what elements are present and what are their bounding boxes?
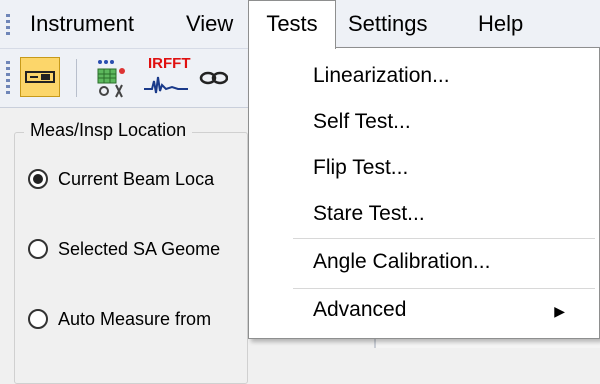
menu-instrument[interactable]: Instrument bbox=[30, 0, 134, 48]
irfft-button[interactable]: IRFFT bbox=[142, 55, 191, 99]
location-group-title: Meas/Insp Location bbox=[24, 120, 193, 141]
irfft-waveform-icon bbox=[144, 76, 188, 94]
radio-auto-measure[interactable]: Auto Measure from bbox=[28, 304, 211, 334]
radio-button-icon[interactable] bbox=[28, 239, 48, 259]
instrument-connect-button[interactable] bbox=[20, 57, 60, 97]
menu-item-angle-calibration[interactable]: Angle Calibration... bbox=[313, 250, 490, 274]
menu-view[interactable]: View bbox=[186, 0, 233, 48]
tests-dropdown-menu: Linearization... Self Test... Flip Test.… bbox=[248, 47, 600, 339]
radio-label: Current Beam Loca bbox=[58, 168, 215, 189]
radio-label: Auto Measure from bbox=[58, 308, 212, 329]
menu-item-advanced[interactable]: Advanced ▶ bbox=[313, 298, 579, 322]
network-grid-icon bbox=[97, 60, 125, 98]
radio-current-beam[interactable]: Current Beam Loca bbox=[28, 164, 214, 194]
menu-bar: Instrument View Tests Settings Help bbox=[0, 0, 600, 49]
chain-link-button[interactable] bbox=[198, 65, 229, 91]
menu-item-stare-test[interactable]: Stare Test... bbox=[313, 202, 425, 226]
radio-button-icon[interactable] bbox=[28, 309, 48, 329]
chain-link-icon bbox=[199, 71, 229, 85]
menu-help[interactable]: Help bbox=[478, 0, 523, 48]
radio-button-icon[interactable] bbox=[28, 169, 48, 189]
menu-item-flip-test[interactable]: Flip Test... bbox=[313, 156, 408, 180]
menu-settings[interactable]: Settings bbox=[348, 0, 428, 48]
toolbar-grip[interactable] bbox=[6, 61, 10, 95]
menu-separator bbox=[293, 238, 595, 239]
network-grid-button[interactable] bbox=[94, 57, 134, 99]
toolbar-separator bbox=[76, 59, 77, 97]
menu-item-self-test[interactable]: Self Test... bbox=[313, 110, 411, 134]
radio-label: Selected SA Geome bbox=[58, 238, 221, 259]
submenu-arrow-icon: ▶ bbox=[554, 303, 565, 319]
instrument-connect-icon bbox=[25, 71, 55, 83]
menu-separator bbox=[293, 288, 595, 289]
radio-selected-sa-geometry[interactable]: Selected SA Geome bbox=[28, 234, 220, 264]
menu-item-advanced-label: Advanced bbox=[313, 298, 407, 321]
menu-tests[interactable]: Tests bbox=[248, 0, 336, 49]
menu-item-linearization[interactable]: Linearization... bbox=[313, 64, 450, 88]
menubar-grip[interactable] bbox=[6, 14, 10, 36]
